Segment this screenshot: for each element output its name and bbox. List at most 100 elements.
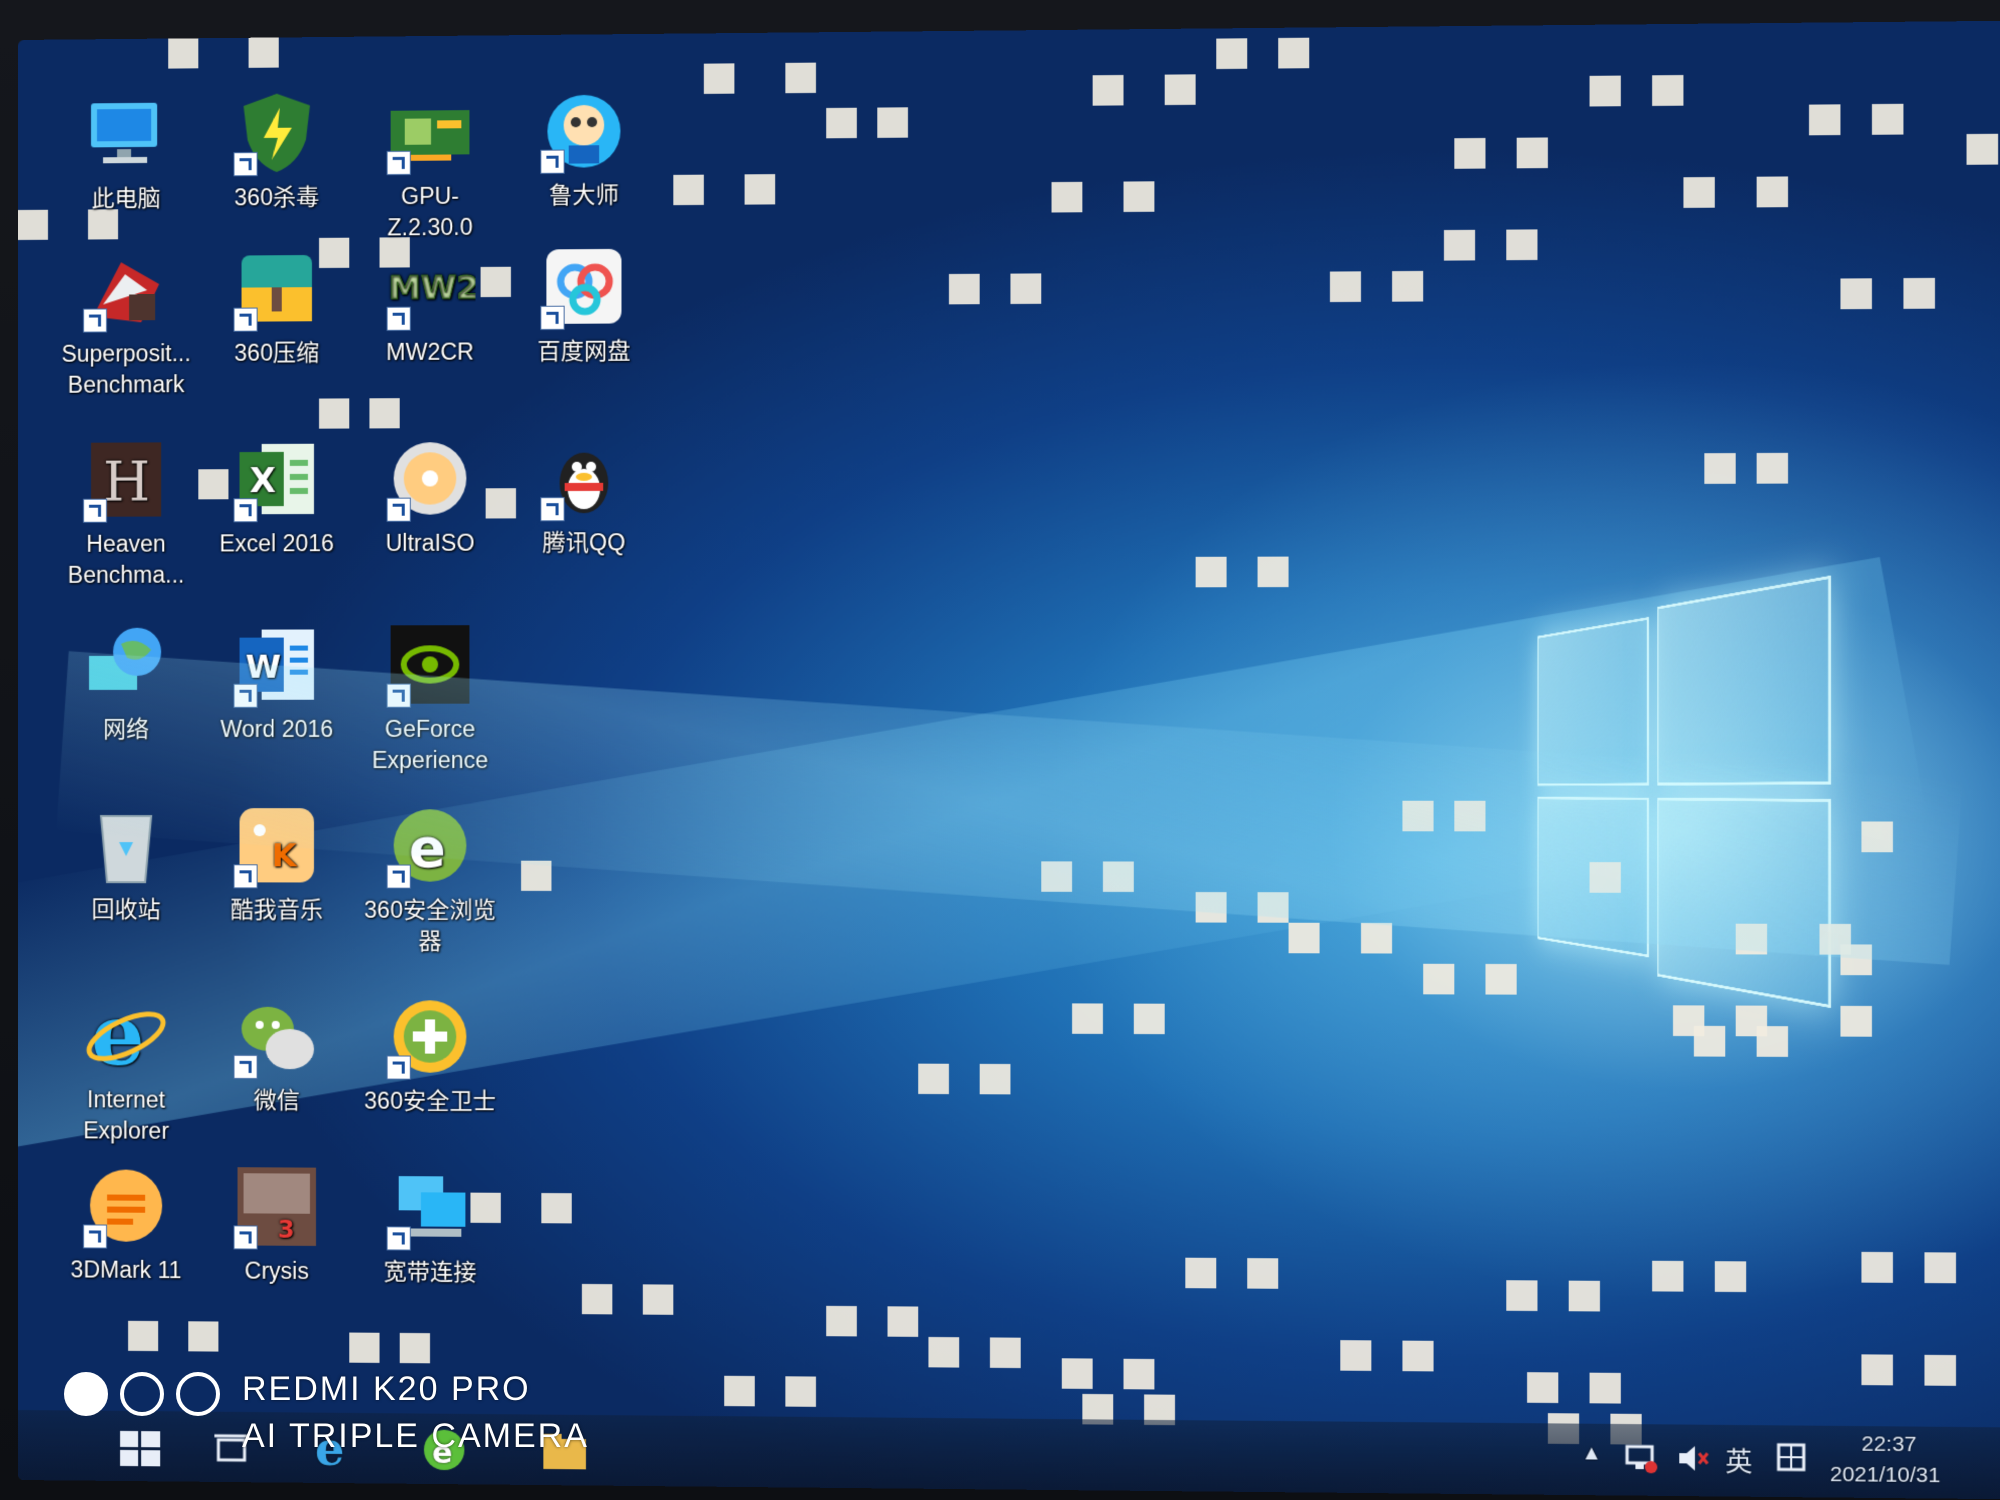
heaven-benchmark-icon: H: [81, 434, 171, 524]
dead-pixel: [1061, 1358, 1093, 1389]
dead-pixel: [1704, 453, 1736, 484]
dead-pixel: [1861, 1354, 1893, 1386]
desktop-icon[interactable]: GPU-Z.2.30.0: [359, 86, 500, 244]
desktop-icon-label: Internet Explorer: [83, 1086, 170, 1144]
dead-pixel: [1903, 277, 1935, 309]
desktop-icon-label: 宽带连接: [383, 1258, 477, 1286]
shortcut-arrow-icon: [233, 152, 258, 177]
shortcut-arrow-icon: [83, 1224, 108, 1249]
dead-pixel: [1568, 1280, 1600, 1312]
volume-muted-icon[interactable]: [1675, 1441, 1711, 1476]
desktop-icon-label: UltraISO: [385, 529, 475, 556]
dead-pixel: [128, 1320, 159, 1352]
camera-watermark: REDMI K20 PRO AI TRIPLE CAMERA: [64, 1366, 624, 1476]
dead-pixel: [1216, 38, 1248, 70]
shortcut-arrow-icon: [386, 864, 411, 889]
dead-pixel: [826, 107, 857, 139]
desktop-icon-label: 微信: [253, 1087, 300, 1114]
desktop-icon[interactable]: e Internet Explorer: [56, 990, 196, 1147]
dead-pixel: [1819, 923, 1851, 955]
desktop-icon[interactable]: UltraISO: [359, 433, 500, 559]
desktop-icon[interactable]: 宽带连接: [359, 1162, 500, 1289]
dead-pixel: [1871, 103, 1904, 135]
desktop-icon[interactable]: 百度网盘: [513, 241, 655, 368]
desktop-icon-label: 回收站: [91, 896, 161, 923]
dead-pixel: [826, 1305, 857, 1337]
svg-text:3: 3: [278, 1216, 295, 1244]
dead-pixel: [1693, 1025, 1726, 1057]
shortcut-arrow-icon: [83, 308, 108, 333]
shortcut-arrow-icon: [83, 498, 108, 523]
dead-pixel: [1966, 133, 1999, 165]
desktop-icon-label: Superposit... Benchmark: [61, 340, 191, 398]
dead-pixel: [1195, 556, 1227, 588]
dead-pixel: [1340, 1340, 1372, 1371]
dead-pixel: [887, 1306, 919, 1337]
dead-pixel: [1257, 892, 1289, 923]
desktop-icon[interactable]: 鲁大师: [513, 84, 655, 211]
dead-pixel: [1506, 229, 1538, 261]
desktop-icon[interactable]: 网络: [56, 620, 196, 745]
desktop-icon[interactable]: H Heaven Benchma...: [56, 434, 196, 591]
desktop-icon[interactable]: MW2 MW2CR: [359, 242, 500, 369]
network-globe-icon: [81, 620, 171, 710]
dead-pixel: [948, 273, 980, 305]
network-status-icon[interactable]: [1623, 1440, 1658, 1475]
word-icon: W: [231, 619, 322, 709]
desktop-icon-label: 此电脑: [91, 184, 161, 212]
windows-logo-wallpaper: [1537, 575, 1831, 1009]
shortcut-arrow-icon: [386, 306, 411, 331]
desktop-icon[interactable]: Superposit... Benchmark: [56, 244, 196, 401]
desktop-icon[interactable]: GeForce Experience: [359, 619, 500, 776]
shortcut-arrow-icon: [386, 150, 411, 176]
desktop-icon[interactable]: W Word 2016: [206, 619, 347, 745]
desktop-icon[interactable]: e 360安全浏览 器: [359, 800, 500, 957]
desktop-icon[interactable]: 3DMark 11: [56, 1160, 196, 1286]
superposition-benchmark-icon: [81, 244, 171, 335]
360-zip-icon: [231, 243, 322, 334]
dead-pixel: [1735, 923, 1768, 955]
dead-pixel: [1051, 181, 1083, 213]
clock-date[interactable]: 2021/10/31: [1830, 1463, 1940, 1489]
watermark-line-1: REDMI K20 PRO: [242, 1370, 531, 1408]
desktop-icon[interactable]: K 酷我音乐: [206, 800, 347, 926]
dead-pixel: [1133, 1003, 1165, 1035]
desktop-icon[interactable]: X Excel 2016: [206, 434, 347, 560]
dead-pixel: [1185, 1257, 1217, 1289]
clock-time[interactable]: 22:37: [1861, 1432, 1916, 1457]
ime-mode-icon[interactable]: [1775, 1442, 1806, 1473]
desktop-icon[interactable]: 此电脑: [56, 88, 196, 214]
dead-pixel: [1072, 1003, 1103, 1034]
desktop-icon[interactable]: 360安全卫士: [359, 991, 500, 1117]
desktop-icon-label: MW2CR: [386, 338, 474, 366]
dead-pixel: [399, 1332, 431, 1364]
dead-pixel: [1756, 1026, 1789, 1057]
dead-pixel: [1809, 104, 1841, 136]
internet-explorer-icon: e: [81, 990, 171, 1081]
shortcut-arrow-icon: [233, 498, 258, 523]
dead-pixel: [1861, 821, 1893, 853]
dead-pixel: [1454, 800, 1486, 832]
desktop-icon[interactable]: 腾讯QQ: [513, 432, 655, 558]
shortcut-arrow-icon: [233, 1054, 258, 1080]
desktop-icon[interactable]: 回收站: [56, 800, 196, 925]
dead-pixel: [1840, 1005, 1872, 1037]
dead-pixel: [1041, 861, 1073, 892]
dead-pixel: [1402, 800, 1434, 832]
geforce-experience-icon: [385, 619, 476, 710]
desktop-icon[interactable]: 360杀毒: [206, 87, 347, 214]
dead-pixel: [1924, 1354, 1957, 1386]
shortcut-arrow-icon: [540, 497, 565, 522]
desktop-icon[interactable]: 3 Crysis: [206, 1161, 347, 1287]
kuwo-music-icon: K: [231, 800, 322, 890]
desktop-icon[interactable]: 微信: [206, 991, 347, 1117]
svg-text:K: K: [272, 836, 298, 874]
desktop-icon[interactable]: 360压缩: [206, 243, 347, 369]
dead-pixel: [1527, 1372, 1559, 1404]
dead-pixel: [1278, 37, 1310, 69]
ime-language-label[interactable]: 英: [1725, 1441, 1752, 1479]
svg-text:X: X: [250, 461, 276, 501]
dead-pixel: [521, 860, 552, 891]
dead-pixel: [785, 1376, 816, 1407]
dead-pixel: [1392, 270, 1424, 302]
